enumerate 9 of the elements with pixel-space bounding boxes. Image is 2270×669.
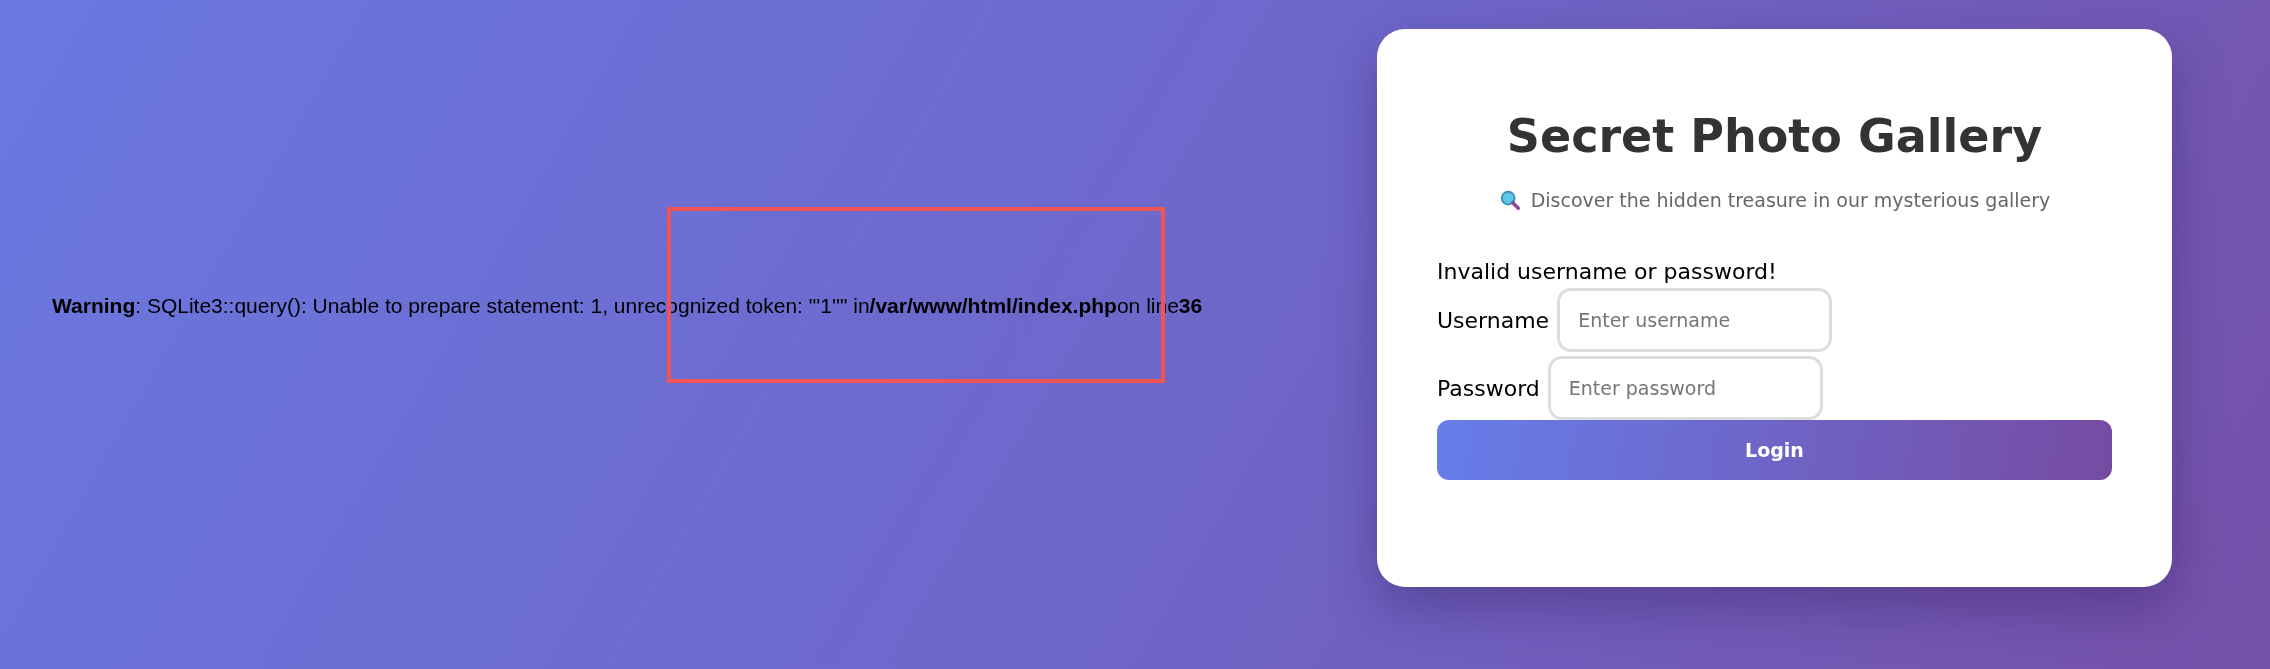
input-field[interactable]: Enter username <box>1557 288 1833 352</box>
field-label: Password <box>1437 375 1540 401</box>
input-field[interactable]: Enter password <box>1547 356 1823 420</box>
subtitle: Discover the hidden treasure in our mysterious gallery <box>1530 189 2051 211</box>
error-message: Invalid username or password! <box>1437 259 1778 284</box>
card-title: Secret Photo Gallery <box>1505 109 2044 163</box>
magnifier-icon <box>1498 189 1521 211</box>
field-label: Username <box>1437 307 1550 333</box>
login-button[interactable]: Login <box>1437 420 2112 480</box>
